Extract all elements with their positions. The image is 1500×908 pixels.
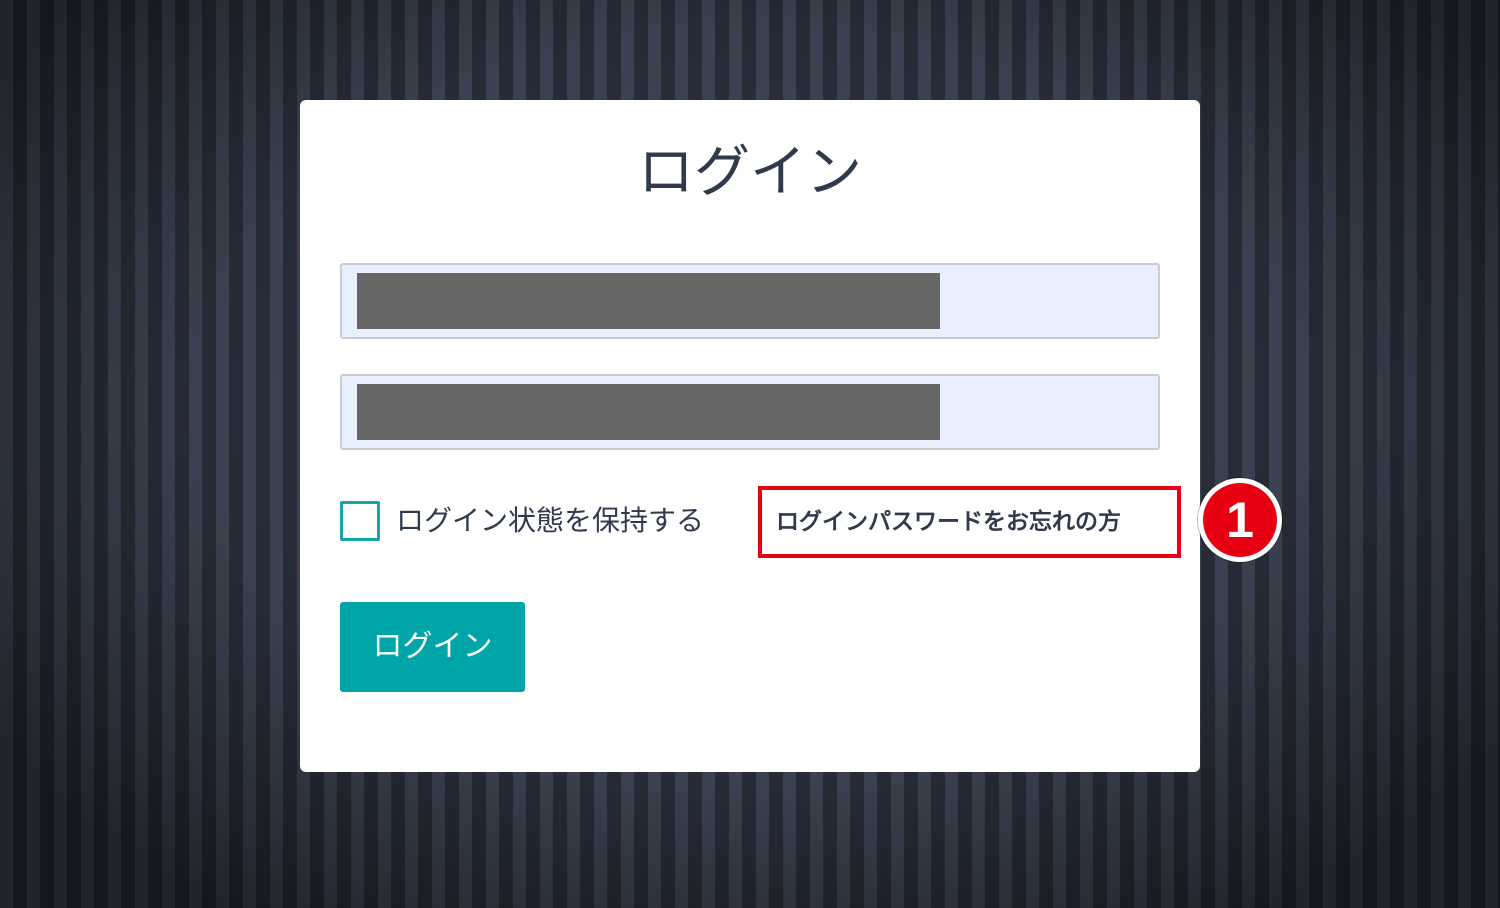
step-number: 1 — [1203, 483, 1277, 557]
step-number-badge: 1 — [1198, 478, 1282, 562]
page-title: ログイン — [638, 140, 862, 205]
password-field[interactable] — [340, 374, 1160, 450]
forgot-password-link[interactable]: ログインパスワードをお忘れの方 — [776, 505, 1121, 539]
username-field[interactable] — [340, 263, 1160, 339]
redacted-username-value — [357, 273, 940, 329]
remember-label[interactable]: ログイン状態を保持する — [396, 502, 704, 540]
login-button[interactable]: ログイン — [340, 602, 525, 692]
remember-checkbox[interactable] — [340, 501, 380, 541]
redacted-password-value — [357, 384, 940, 440]
